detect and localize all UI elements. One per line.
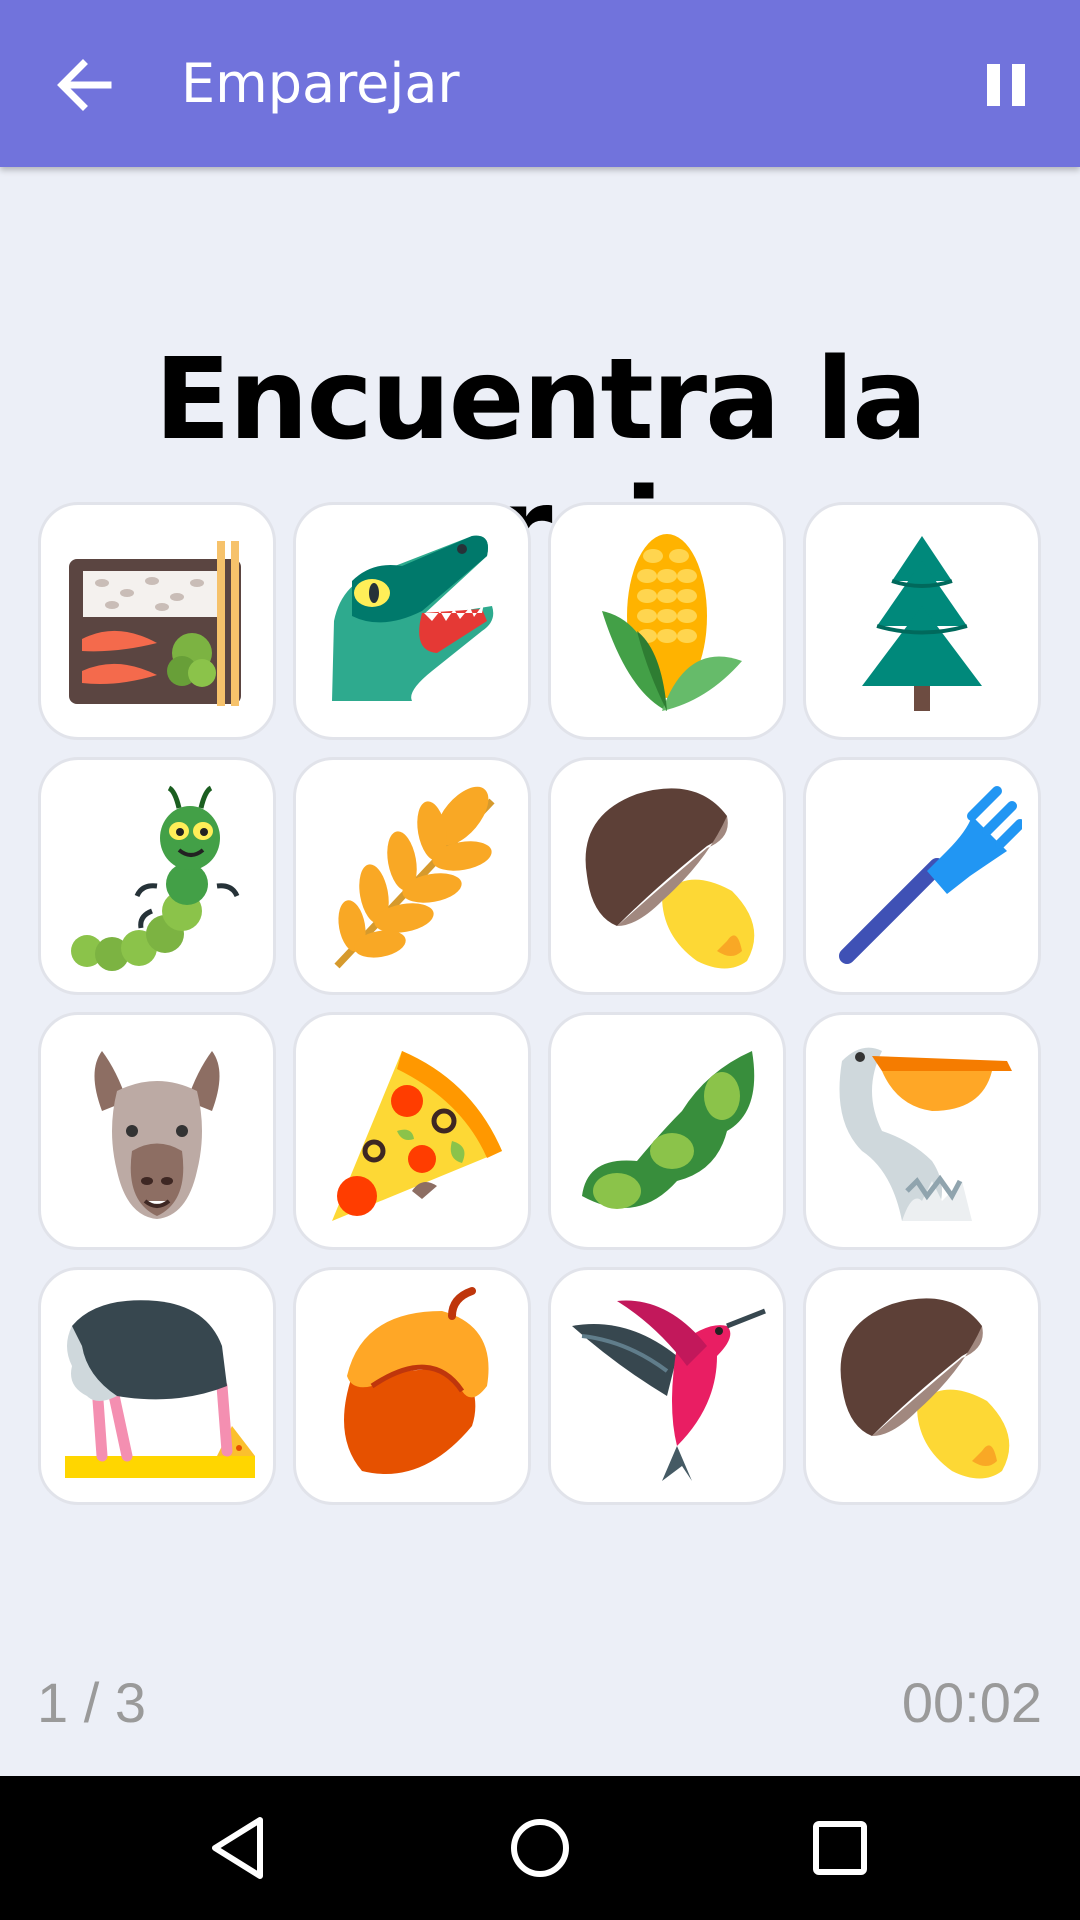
card-wheat[interactable] — [293, 757, 531, 995]
pause-icon — [987, 64, 1025, 106]
nav-home-button[interactable] — [500, 1808, 580, 1888]
card-pizza[interactable] — [293, 1012, 531, 1250]
card-caterpillar[interactable] — [38, 757, 276, 995]
card-fork[interactable] — [803, 757, 1041, 995]
pelican-icon — [839, 1047, 1012, 1221]
card-hummingbird[interactable] — [548, 1267, 786, 1505]
pizza-icon — [332, 1051, 502, 1221]
card-edamame[interactable] — [548, 1012, 786, 1250]
pause-button[interactable] — [982, 60, 1032, 110]
fork-icon — [839, 786, 1022, 964]
app-bar-title: Emparejar — [181, 52, 460, 115]
nav-back-button[interactable] — [200, 1808, 280, 1888]
hummingbird-icon — [572, 1300, 766, 1481]
card-acorn[interactable] — [293, 1267, 531, 1505]
nav-home-icon — [511, 1819, 569, 1877]
mushroom-icon — [840, 1298, 1010, 1479]
card-crocodile[interactable] — [293, 502, 531, 740]
nav-back-icon — [212, 1817, 263, 1879]
nav-recents-button[interactable] — [800, 1808, 880, 1888]
ostrich-icon — [65, 1300, 255, 1478]
game-timer: 00:02 — [901, 1671, 1042, 1734]
card-ostrich[interactable] — [38, 1267, 276, 1505]
card-tree[interactable] — [803, 502, 1041, 740]
acorn-icon — [344, 1287, 489, 1474]
corn-icon — [602, 534, 742, 711]
round-progress: 1 / 3 — [37, 1671, 146, 1734]
card-llama[interactable] — [38, 1012, 276, 1250]
card-mushroom[interactable] — [548, 757, 786, 995]
caterpillar-icon — [71, 785, 240, 971]
app-bar: Emparejar — [0, 0, 1080, 167]
bento-box-icon — [69, 541, 241, 706]
mushroom-icon — [585, 788, 755, 969]
crocodile-icon — [332, 535, 494, 701]
system-nav-bar — [0, 1776, 1080, 1920]
card-corn[interactable] — [548, 502, 786, 740]
card-bento[interactable] — [38, 502, 276, 740]
card-pelican[interactable] — [803, 1012, 1041, 1250]
wheat-icon — [334, 786, 495, 969]
edamame-icon — [582, 1051, 755, 1209]
llama-icon — [94, 1051, 220, 1219]
evergreen-tree-icon — [862, 536, 982, 711]
card-grid — [38, 502, 1042, 1506]
card-mushroom-2[interactable] — [803, 1267, 1041, 1505]
arrow-left-icon — [57, 59, 112, 111]
back-button[interactable] — [50, 50, 120, 120]
nav-recents-icon — [813, 1821, 867, 1875]
